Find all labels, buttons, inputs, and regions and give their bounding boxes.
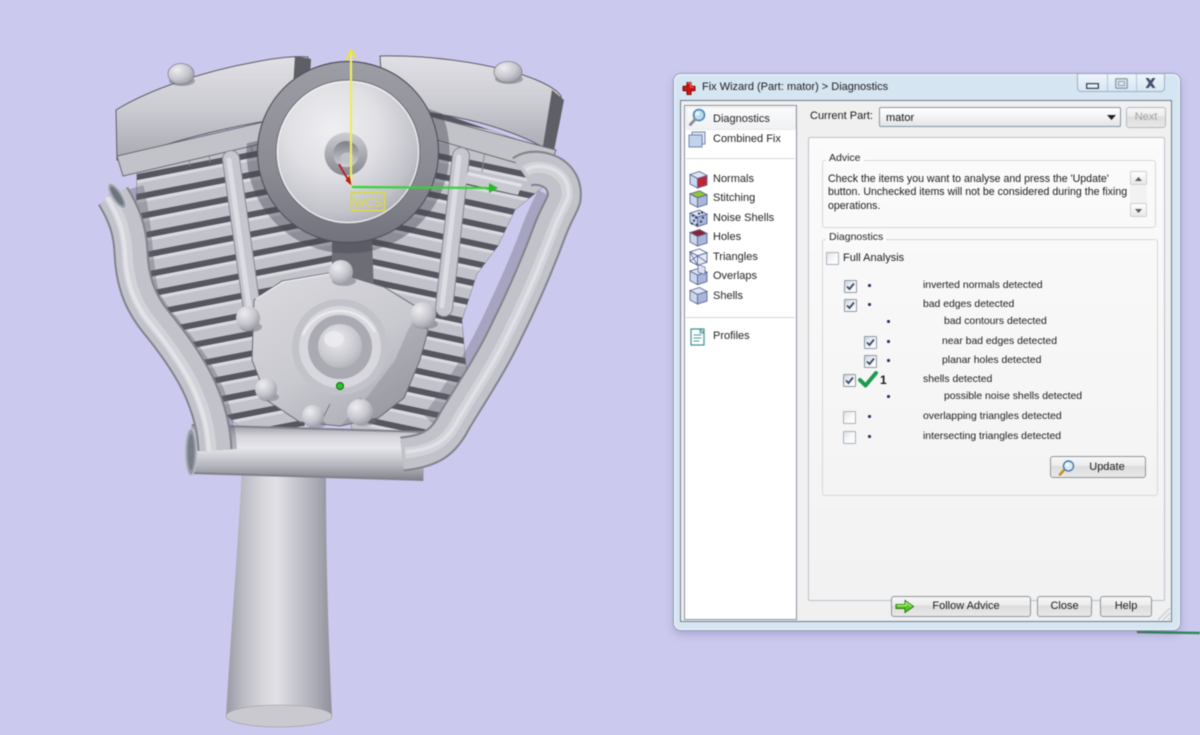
svg-text:WCS: WCS (354, 196, 383, 210)
